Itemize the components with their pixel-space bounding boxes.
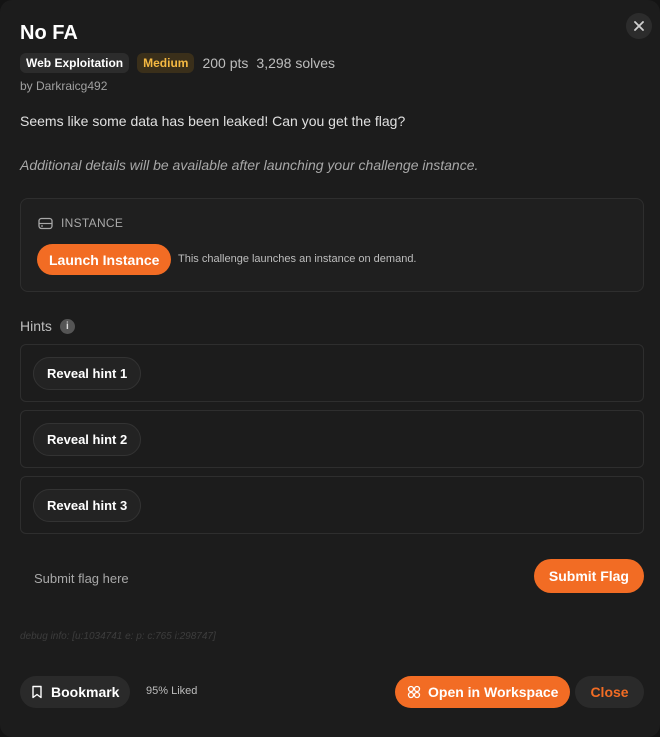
open-in-workspace-button[interactable]: Open in Workspace [395,676,571,708]
reveal-hint-3-button[interactable]: Reveal hint 3 [33,489,142,522]
points-text: 200 pts [202,55,249,71]
hints-label: Hints [20,318,52,334]
instance-note: Additional details will be available aft… [20,157,479,173]
debug-info: debug info: [u:1034741 e: p: c:765 i:298… [20,631,216,642]
liked-percentage: 95% Liked [146,685,198,697]
submit-flag-button[interactable]: Submit Flag [533,559,644,593]
challenge-description: Seems like some data has been leaked! Ca… [20,113,406,129]
bookmark-button[interactable]: Bookmark [20,676,131,708]
challenge-title: No FA [20,22,78,44]
server-icon [38,217,53,229]
challenge-meta: Web Exploitation Medium 200 pts 3,298 so… [20,53,335,73]
launch-note: This challenge launches an instance on d… [178,253,417,265]
hint-card-3: Reveal hint 3 [20,476,644,534]
solves-text: 3,298 solves [256,55,336,71]
close-icon-button[interactable] [626,13,652,39]
author-text: by Darkraicg492 [20,79,108,93]
hint-card-2: Reveal hint 2 [20,410,644,468]
workspace-label: Open in Workspace [428,684,559,700]
difficulty-badge: Medium [137,53,195,73]
instance-header: INSTANCE [38,216,123,230]
launch-instance-button[interactable]: Launch Instance [37,244,172,275]
workspace-icon [407,685,421,699]
reveal-hint-1-button[interactable]: Reveal hint 1 [33,357,142,390]
reveal-hint-2-button[interactable]: Reveal hint 2 [33,423,142,456]
bookmark-icon [32,685,42,699]
close-button[interactable]: Close [575,676,644,708]
hints-header: Hints i [20,318,75,334]
hint-card-1: Reveal hint 1 [20,344,644,402]
close-icon [634,21,644,31]
challenge-modal: No FA Web Exploitation Medium 200 pts 3,… [0,0,660,737]
instance-heading: INSTANCE [61,216,124,230]
bookmark-label: Bookmark [51,684,120,700]
instance-panel: INSTANCE Launch Instance This challenge … [20,198,644,292]
flag-input[interactable] [20,560,520,596]
category-badge: Web Exploitation [20,53,130,73]
info-icon[interactable]: i [59,318,75,334]
